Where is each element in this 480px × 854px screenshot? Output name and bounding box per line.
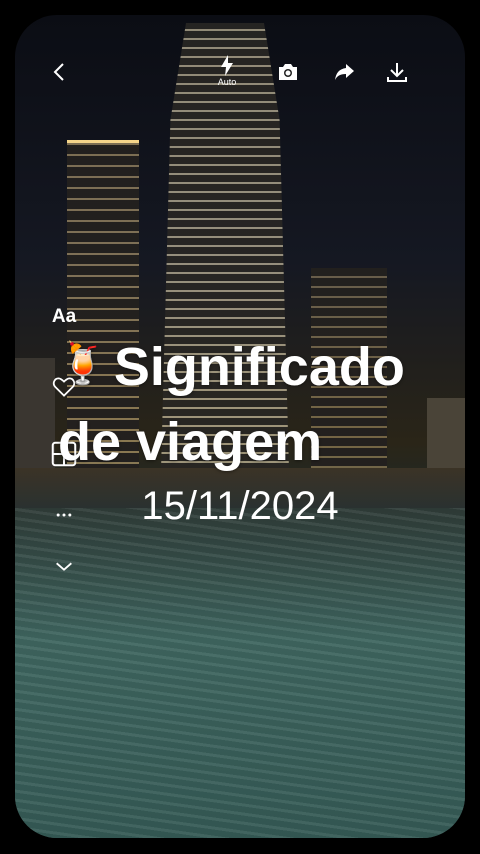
flash-mode-label: Auto [217, 77, 237, 87]
overlay-title[interactable]: 🍹 Significado de viagem [58, 330, 468, 480]
top-toolbar: Auto [45, 55, 435, 89]
collapse-button[interactable] [48, 555, 80, 577]
share-button[interactable] [327, 55, 361, 89]
title-text: Significado de viagem [58, 337, 405, 473]
water [15, 508, 465, 838]
camera-button[interactable] [271, 55, 305, 89]
chevron-left-icon [53, 63, 64, 81]
flash-button[interactable]: Auto [210, 55, 244, 89]
chevron-down-icon [56, 562, 72, 571]
download-icon [387, 63, 407, 82]
flash-icon [221, 55, 233, 76]
cocktail-emoji: 🍹 [58, 342, 108, 386]
share-icon [335, 64, 354, 80]
download-button[interactable] [380, 55, 414, 89]
back-button[interactable] [43, 55, 77, 89]
camera-icon [279, 64, 297, 80]
text-style-button[interactable]: Aa [48, 305, 80, 329]
overlay-date[interactable]: 15/11/2024 [0, 484, 480, 529]
